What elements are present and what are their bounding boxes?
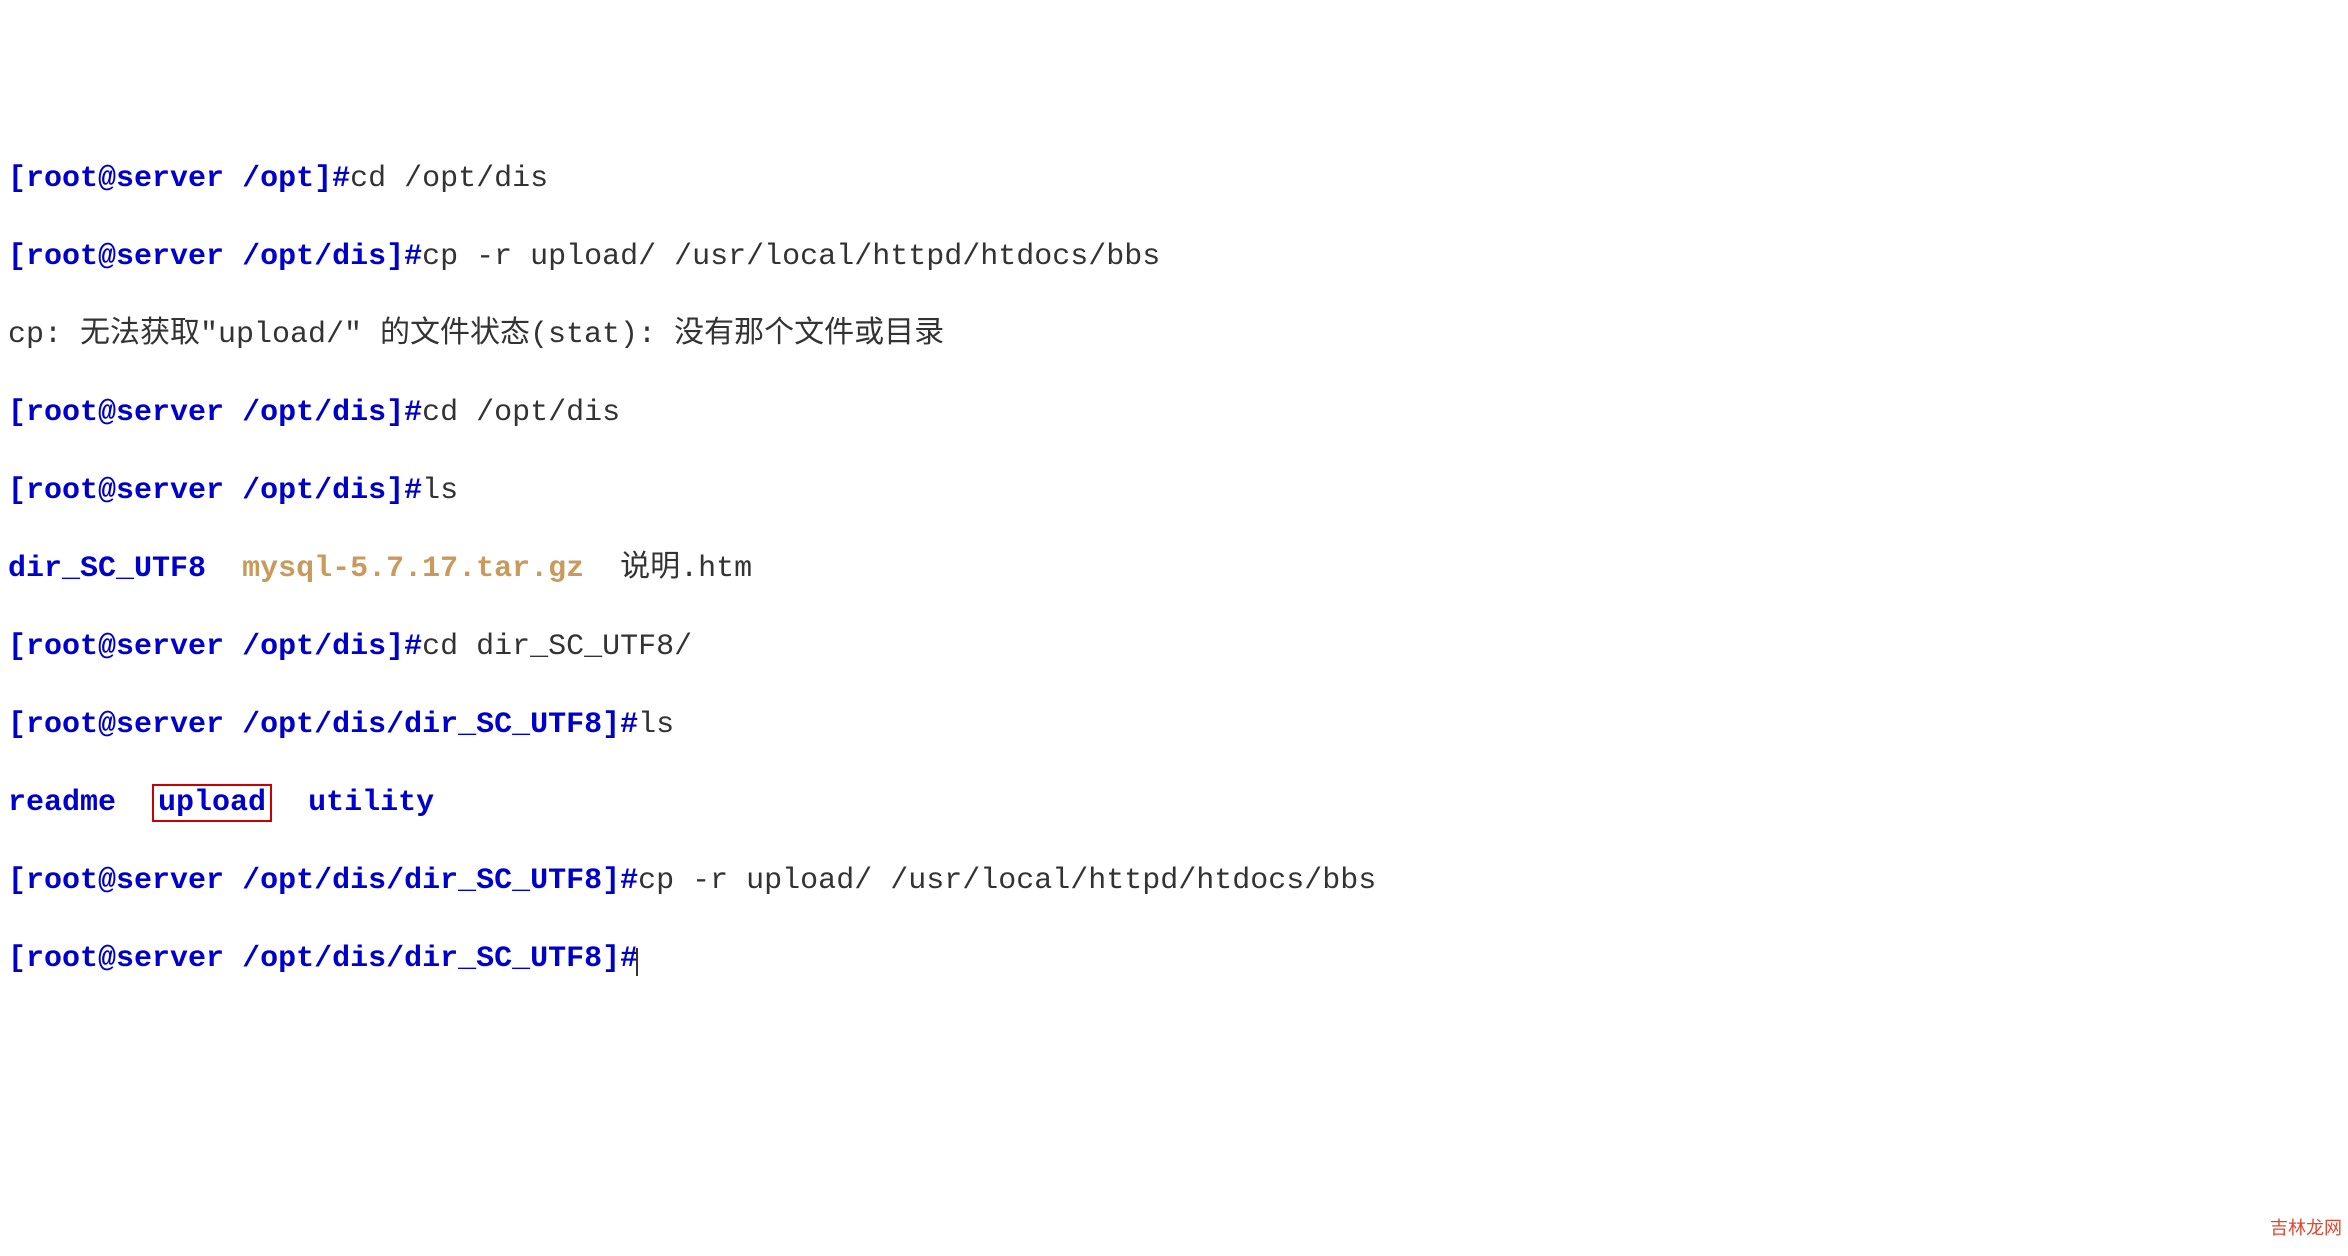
prompt-path: /opt xyxy=(242,162,314,196)
command-text: cd dir_SC_UTF8/ xyxy=(422,630,692,664)
ls-directory-highlighted: upload xyxy=(152,784,272,822)
terminal-line: [root@server /opt/dis]#cp -r upload/ /us… xyxy=(8,238,2340,277)
prompt-user-host: root@server xyxy=(26,630,224,664)
prompt-bracket-open: [ xyxy=(8,474,26,508)
prompt-space xyxy=(224,630,242,664)
prompt-user-host: root@server xyxy=(26,240,224,274)
prompt-bracket-open: [ xyxy=(8,396,26,430)
command-text: ls xyxy=(422,474,458,508)
prompt-close: ]# xyxy=(314,162,350,196)
prompt-path: /opt/dis xyxy=(242,396,386,430)
terminal-line[interactable]: [root@server /opt/dis/dir_SC_UTF8]# xyxy=(8,940,2340,979)
prompt-close: ]# xyxy=(386,474,422,508)
prompt-close: ]# xyxy=(386,396,422,430)
prompt-close: ]# xyxy=(386,630,422,664)
prompt-bracket-open: [ xyxy=(8,162,26,196)
terminal-line: [root@server /opt/dis/dir_SC_UTF8]#cp -r… xyxy=(8,862,2340,901)
ls-directory: readme xyxy=(8,786,116,820)
ls-gap xyxy=(584,552,620,586)
prompt-bracket-open: [ xyxy=(8,708,26,742)
terminal-line: [root@server /opt]#cd /opt/dis xyxy=(8,160,2340,199)
prompt-space xyxy=(224,942,242,976)
prompt-user-host: root@server xyxy=(26,708,224,742)
command-text: cp -r upload/ /usr/local/httpd/htdocs/bb… xyxy=(638,864,1376,898)
command-text: cd /opt/dis xyxy=(350,162,548,196)
prompt-bracket-open: [ xyxy=(8,864,26,898)
ls-file: 说明.htm xyxy=(620,552,752,586)
command-text: cd /opt/dis xyxy=(422,396,620,430)
prompt-bracket-open: [ xyxy=(8,942,26,976)
prompt-user-host: root@server xyxy=(26,396,224,430)
watermark-text: 吉林龙网 xyxy=(2270,1217,2342,1240)
prompt-path: /opt/dis/dir_SC_UTF8 xyxy=(242,708,602,742)
ls-output-line: readme upload utility xyxy=(8,784,2340,823)
prompt-space xyxy=(224,396,242,430)
ls-archive: mysql-5.7.17.tar.gz xyxy=(242,552,584,586)
prompt-close: ]# xyxy=(602,708,638,742)
prompt-bracket-open: [ xyxy=(8,240,26,274)
ls-directory: utility xyxy=(308,786,434,820)
ls-gap xyxy=(116,786,152,820)
command-text: cp -r upload/ /usr/local/httpd/htdocs/bb… xyxy=(422,240,1160,274)
prompt-space xyxy=(224,708,242,742)
ls-directory: dir_SC_UTF8 xyxy=(8,552,206,586)
prompt-user-host: root@server xyxy=(26,942,224,976)
terminal-line: [root@server /opt/dis]#ls xyxy=(8,472,2340,511)
prompt-space xyxy=(224,864,242,898)
prompt-path: /opt/dis xyxy=(242,630,386,664)
terminal-line: [root@server /opt/dis]#cd /opt/dis xyxy=(8,394,2340,433)
prompt-space xyxy=(224,162,242,196)
prompt-bracket-open: [ xyxy=(8,630,26,664)
prompt-close: ]# xyxy=(602,942,638,976)
prompt-space xyxy=(224,474,242,508)
terminal-line: [root@server /opt/dis/dir_SC_UTF8]#ls xyxy=(8,706,2340,745)
prompt-close: ]# xyxy=(386,240,422,274)
prompt-path: /opt/dis/dir_SC_UTF8 xyxy=(242,942,602,976)
prompt-path: /opt/dis xyxy=(242,474,386,508)
ls-gap xyxy=(272,786,308,820)
prompt-user-host: root@server xyxy=(26,864,224,898)
cursor-icon xyxy=(636,948,638,976)
command-text: ls xyxy=(638,708,674,742)
prompt-path: /opt/dis xyxy=(242,240,386,274)
prompt-user-host: root@server xyxy=(26,474,224,508)
prompt-space xyxy=(224,240,242,274)
ls-gap xyxy=(206,552,242,586)
error-output: cp: 无法获取"upload/" 的文件状态(stat): 没有那个文件或目录 xyxy=(8,318,944,352)
prompt-path: /opt/dis/dir_SC_UTF8 xyxy=(242,864,602,898)
prompt-user-host: root@server xyxy=(26,162,224,196)
terminal-output-line: cp: 无法获取"upload/" 的文件状态(stat): 没有那个文件或目录 xyxy=(8,316,2340,355)
terminal-line: [root@server /opt/dis]#cd dir_SC_UTF8/ xyxy=(8,628,2340,667)
prompt-close: ]# xyxy=(602,864,638,898)
ls-output-line: dir_SC_UTF8 mysql-5.7.17.tar.gz 说明.htm xyxy=(8,550,2340,589)
